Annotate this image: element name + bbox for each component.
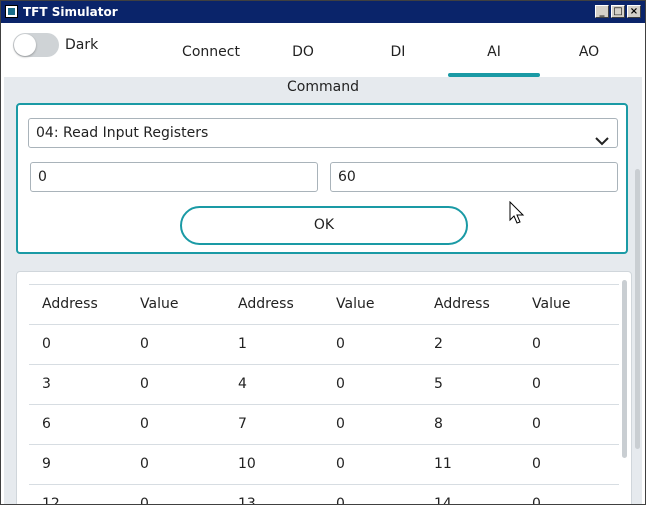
value-cell: 0 [532, 336, 541, 352]
close-button[interactable]: × [627, 5, 641, 18]
dark-mode-toggle[interactable]: Dark [13, 33, 98, 57]
header-address: Address [434, 296, 490, 312]
value-cell: 0 [532, 416, 541, 432]
value-cell: 0 [140, 376, 149, 392]
table-row: 9 0 10 0 11 0 [29, 444, 619, 484]
registers-table[interactable]: Address Value Address Value Address Valu… [16, 271, 632, 505]
table-row: 12 0 13 0 14 0 [29, 484, 619, 505]
tab-label: AO [578, 44, 600, 60]
value-cell: 0 [532, 376, 541, 392]
tab-di[interactable]: DI [350, 23, 446, 77]
count-value: 60 [338, 169, 356, 185]
address-cell: 9 [42, 456, 51, 472]
value-cell: 0 [140, 336, 149, 352]
toggle-label: Dark [65, 37, 99, 53]
tab-label: DO [292, 44, 314, 60]
main-content: Command 04: Read Input Registers 0 60 OK… [4, 77, 642, 504]
address-cell: 12 [42, 496, 60, 505]
address-cell: 13 [238, 496, 256, 505]
value-cell: 0 [140, 416, 149, 432]
maximize-button[interactable]: □ [611, 5, 625, 18]
app-icon [5, 5, 18, 18]
tab-label: DI [390, 44, 406, 60]
header-value: Value [140, 296, 179, 312]
mouse-pointer-icon [509, 200, 525, 229]
ok-label: OK [313, 217, 335, 233]
function-select[interactable]: 04: Read Input Registers [28, 118, 618, 148]
command-title: Command [287, 79, 359, 95]
table-row: 6 0 7 0 8 0 [29, 404, 619, 444]
address-cell: 1 [238, 336, 247, 352]
tab-connect[interactable]: Connect [163, 23, 259, 77]
chevron-down-icon [595, 128, 609, 156]
header-address: Address [238, 296, 294, 312]
value-cell: 0 [140, 496, 149, 505]
address-cell: 7 [238, 416, 247, 432]
table-header-row: Address Value Address Value Address Valu… [29, 284, 619, 324]
table-row: 3 0 4 0 5 0 [29, 364, 619, 404]
value-cell: 0 [532, 496, 541, 505]
page-scrollbar[interactable] [635, 169, 640, 449]
count-input[interactable]: 60 [330, 162, 618, 192]
toggle-knob [14, 34, 36, 56]
address-cell: 2 [434, 336, 443, 352]
tab-ao[interactable]: AO [541, 23, 637, 77]
value-cell: 0 [336, 336, 345, 352]
value-cell: 0 [336, 496, 345, 505]
value-cell: 0 [140, 456, 149, 472]
window-title: TFT Simulator [23, 5, 118, 19]
value-cell: 0 [336, 416, 345, 432]
value-cell: 0 [336, 456, 345, 472]
function-select-value: 04: Read Input Registers [36, 125, 209, 141]
table-row: 0 0 1 0 2 0 [29, 324, 619, 364]
address-cell: 5 [434, 376, 443, 392]
title-bar[interactable]: TFT Simulator _ □ × [1, 1, 645, 23]
header-address: Address [42, 296, 98, 312]
tab-label: Connect [182, 44, 240, 60]
address-cell: 0 [42, 336, 51, 352]
value-cell: 0 [532, 456, 541, 472]
address-cell: 4 [238, 376, 247, 392]
tab-bar: Connect DO DI AI AO [161, 23, 645, 77]
top-bar: Dark Connect DO DI AI AO [1, 23, 645, 77]
address-cell: 6 [42, 416, 51, 432]
start-address-input[interactable]: 0 [30, 162, 318, 192]
window-controls: _ □ × [595, 5, 641, 18]
tab-label: AI [487, 44, 501, 60]
address-cell: 11 [434, 456, 452, 472]
start-address-value: 0 [38, 169, 47, 185]
address-cell: 3 [42, 376, 51, 392]
table-grid: Address Value Address Value Address Valu… [29, 284, 619, 505]
header-value: Value [336, 296, 375, 312]
app-window: TFT Simulator _ □ × Dark Connect DO DI A… [0, 0, 646, 505]
tab-ai[interactable]: AI [446, 23, 542, 77]
address-cell: 8 [434, 416, 443, 432]
value-cell: 0 [336, 376, 345, 392]
header-value: Value [532, 296, 571, 312]
address-cell: 10 [238, 456, 256, 472]
address-cell: 14 [434, 496, 452, 505]
command-panel: 04: Read Input Registers 0 60 OK [16, 103, 628, 254]
tab-do[interactable]: DO [255, 23, 351, 77]
toggle-switch[interactable] [13, 33, 59, 57]
minimize-button[interactable]: _ [595, 5, 609, 18]
table-scrollbar[interactable] [622, 280, 627, 458]
ok-button[interactable]: OK [180, 206, 468, 245]
